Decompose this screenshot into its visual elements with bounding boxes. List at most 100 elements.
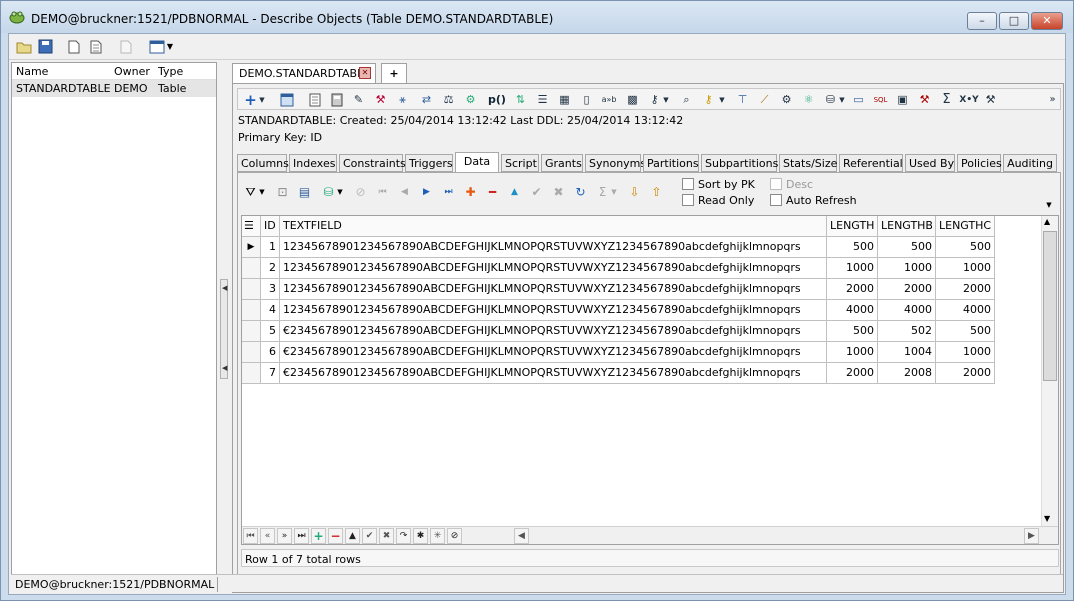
new-document-icon[interactable] bbox=[65, 38, 83, 55]
expand-right-icon[interactable]: ◀ bbox=[222, 364, 227, 372]
nav-goto-bookmark-icon[interactable]: ✳ bbox=[430, 528, 445, 544]
cell-lengthb[interactable]: 2000 bbox=[878, 279, 936, 300]
column-header-lengthb[interactable]: LENGTHB bbox=[878, 216, 936, 237]
key-icon[interactable]: ⚷ bbox=[646, 92, 663, 107]
column-header-id[interactable]: ID bbox=[261, 216, 280, 237]
report-icon[interactable]: ☰ bbox=[534, 92, 551, 107]
upload-icon[interactable]: ⇧ bbox=[648, 184, 665, 200]
scroll-down-icon[interactable]: ▼ bbox=[1044, 514, 1050, 523]
export-dropdown-icon[interactable]: ▼ bbox=[336, 184, 344, 200]
nav-edit-icon[interactable]: ▲ bbox=[345, 528, 360, 544]
desc-checkbox[interactable] bbox=[770, 178, 782, 190]
column-header-owner[interactable]: Owner bbox=[114, 65, 150, 78]
tab-grants[interactable]: Grants bbox=[541, 154, 583, 172]
table-icon[interactable] bbox=[278, 92, 295, 107]
cell-lengthb[interactable]: 2008 bbox=[878, 363, 936, 384]
row-indicator[interactable] bbox=[242, 321, 261, 342]
close-tab-icon[interactable]: ✕ bbox=[359, 67, 371, 79]
rebuild-icon[interactable]: ⚙ bbox=[462, 92, 479, 107]
tab-synonyms[interactable]: Synonyms bbox=[585, 154, 646, 172]
grid-view-icon[interactable]: ▩ bbox=[624, 92, 641, 107]
column-header-name[interactable]: Name bbox=[16, 65, 48, 78]
prior-record-icon[interactable]: ◀ bbox=[396, 184, 413, 200]
collapse-left-icon[interactable]: ◀ bbox=[222, 284, 227, 292]
column-header-lengthc[interactable]: LENGTHC bbox=[936, 216, 995, 237]
export-data-icon[interactable]: ⛁ bbox=[320, 184, 337, 200]
tab-referential[interactable]: Referential bbox=[839, 154, 903, 172]
cell-length[interactable]: 1000 bbox=[827, 258, 878, 279]
tab-stats-size[interactable]: Stats/Size bbox=[779, 154, 837, 172]
tab-used-by[interactable]: Used By bbox=[905, 154, 955, 172]
nav-next-icon[interactable]: » bbox=[277, 528, 292, 544]
cell-lengthb[interactable]: 4000 bbox=[878, 300, 936, 321]
hierarchy-icon[interactable]: ⊤ bbox=[734, 92, 751, 107]
sum-dropdown-icon[interactable]: ▼ bbox=[610, 184, 618, 200]
cell-textfield[interactable]: €2345678901234567890ABCDEFGHIJKLMNOPQRST… bbox=[280, 321, 827, 342]
nav-refresh-icon[interactable]: ↷ bbox=[396, 528, 411, 544]
hscroll-right-icon[interactable]: ▶ bbox=[1024, 528, 1039, 544]
tab-policies[interactable]: Policies bbox=[957, 154, 1002, 172]
toolbar-options-icon[interactable]: ▼ bbox=[1044, 197, 1054, 213]
nav-bookmark-icon[interactable]: ✱ bbox=[413, 528, 428, 544]
cell-textfield[interactable]: €2345678901234567890ABCDEFGHIJKLMNOPQRST… bbox=[280, 342, 827, 363]
nav-post-icon[interactable]: ✔ bbox=[362, 528, 377, 544]
key-plus-dropdown-icon[interactable]: ▼ bbox=[718, 92, 726, 107]
cell-lengthc[interactable]: 1000 bbox=[936, 258, 995, 279]
scroll-up-icon[interactable]: ▲ bbox=[1044, 217, 1050, 226]
pane-splitter[interactable]: ◀ ◀ bbox=[220, 279, 228, 379]
nav-cancel-icon[interactable]: ✖ bbox=[379, 528, 394, 544]
filter-icon[interactable]: ⛛ bbox=[242, 184, 259, 200]
open-folder-icon[interactable] bbox=[15, 38, 33, 55]
vertical-scrollbar[interactable]: ▲ ▼ bbox=[1041, 216, 1058, 528]
blank-doc-icon[interactable]: ▯ bbox=[578, 92, 595, 107]
cell-length[interactable]: 500 bbox=[827, 237, 878, 258]
add-tab-button[interactable]: + bbox=[381, 63, 407, 83]
tab-columns[interactable]: Columns bbox=[237, 154, 289, 172]
sum-disabled-icon[interactable]: Σ bbox=[594, 184, 611, 200]
grid-menu-icon[interactable]: ☰ bbox=[242, 216, 261, 237]
tab-constraints[interactable]: Constraints bbox=[339, 154, 406, 172]
compile-icon[interactable]: ⚛ bbox=[800, 92, 817, 107]
row-indicator[interactable] bbox=[242, 258, 261, 279]
next-record-icon[interactable]: ▶ bbox=[418, 184, 435, 200]
cell-lengthb[interactable]: 502 bbox=[878, 321, 936, 342]
add-icon[interactable]: + bbox=[242, 91, 259, 109]
minimize-button[interactable]: – bbox=[967, 12, 997, 30]
script-icon[interactable] bbox=[306, 92, 323, 107]
tab-indexes[interactable]: Indexes bbox=[289, 154, 337, 172]
tab-partitions[interactable]: Partitions bbox=[643, 154, 699, 172]
cell-id[interactable]: 3 bbox=[261, 279, 280, 300]
sum-icon[interactable]: Σ bbox=[938, 92, 955, 107]
scroll-thumb[interactable] bbox=[1043, 231, 1057, 381]
cell-lengthc[interactable]: 500 bbox=[936, 237, 995, 258]
cell-lengthc[interactable]: 4000 bbox=[936, 300, 995, 321]
cancel-edit-icon[interactable]: ✖ bbox=[550, 184, 567, 200]
cell-lengthb[interactable]: 500 bbox=[878, 237, 936, 258]
cell-id[interactable]: 5 bbox=[261, 321, 280, 342]
import-icon[interactable]: ⇩ bbox=[626, 184, 643, 200]
sync-icon[interactable]: ⇅ bbox=[512, 92, 529, 107]
row-indicator[interactable] bbox=[242, 342, 261, 363]
key-plus-icon[interactable]: ⚷ bbox=[700, 92, 717, 107]
wrench-icon[interactable]: ⚒ bbox=[916, 92, 933, 107]
cell-textfield[interactable]: 12345678901234567890ABCDEFGHIJKLMNOPQRST… bbox=[280, 279, 827, 300]
clear-filter-icon[interactable]: ⊡ bbox=[274, 184, 291, 200]
nav-delete-icon[interactable]: − bbox=[328, 528, 343, 544]
nav-first-icon[interactable]: ⏮ bbox=[243, 528, 258, 544]
analyze-icon[interactable]: ⚖ bbox=[440, 92, 457, 107]
sort-by-pk-checkbox[interactable] bbox=[682, 178, 694, 190]
tab-subpartitions[interactable]: Subpartitions bbox=[701, 154, 778, 172]
cell-lengthc[interactable]: 2000 bbox=[936, 363, 995, 384]
cell-length[interactable]: 4000 bbox=[827, 300, 878, 321]
db-icon[interactable]: ⛁ bbox=[822, 92, 839, 107]
cell-id[interactable]: 2 bbox=[261, 258, 280, 279]
read-only-checkbox[interactable] bbox=[682, 194, 694, 206]
layout-icon[interactable]: ▦ bbox=[556, 92, 573, 107]
row-indicator[interactable] bbox=[242, 279, 261, 300]
erase-icon[interactable]: ✎ bbox=[350, 92, 367, 107]
db-dropdown-icon[interactable]: ▼ bbox=[838, 92, 846, 107]
graph-icon[interactable]: ⚹ bbox=[394, 92, 411, 107]
cell-length[interactable]: 2000 bbox=[827, 363, 878, 384]
cell-textfield[interactable]: €2345678901234567890ABCDEFGHIJKLMNOPQRST… bbox=[280, 363, 827, 384]
find-icon[interactable]: ⌕ bbox=[678, 92, 695, 107]
